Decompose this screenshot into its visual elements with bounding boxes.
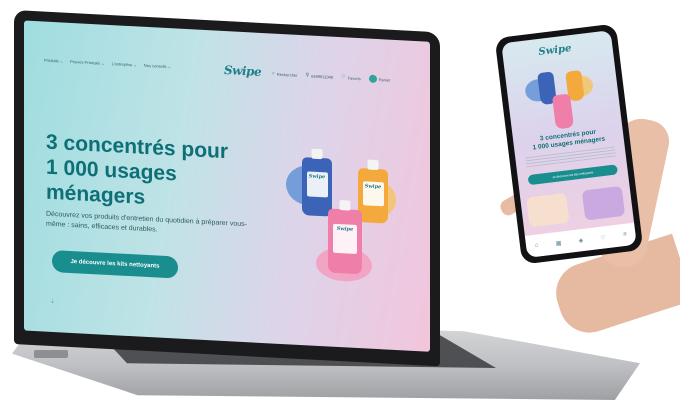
search-icon: ⌕: [272, 70, 275, 77]
pink-bottle: Swipe: [328, 200, 362, 275]
laptop-lid: Produits ⌄ Pouvez-Français ⌄ L'entrepris…: [14, 10, 440, 367]
bottle-cap: [311, 148, 323, 160]
phone-number: 0489811040: [311, 73, 334, 80]
mouse-scroll-icon: ⇣: [50, 298, 56, 306]
orange-bottle: Swipe: [358, 159, 388, 224]
hero-title: 3 concentrés pour 1 000 usages ménagers: [46, 130, 246, 215]
bottle-label: Swipe: [333, 224, 357, 254]
grid-icon[interactable]: ▦: [555, 239, 561, 247]
home-icon[interactable]: ⌂: [535, 242, 539, 248]
hero-subtitle: Découvrez vos produits d'entretien du qu…: [46, 210, 247, 234]
cart-link[interactable]: Panier: [368, 74, 391, 84]
search-label: Rechercher: [276, 71, 298, 78]
discover-kits-button[interactable]: Je découvre les kits nettoyants: [52, 249, 178, 279]
user-icon: ⚲: [305, 72, 310, 79]
cart-icon[interactable]: ◈: [578, 237, 583, 244]
heart-icon: ♡: [341, 74, 346, 81]
smartphone: Swipe 3 concentrés pour 1 000 usages mén…: [494, 23, 644, 265]
nav-item-pouvez[interactable]: Pouvez-Français ⌄: [70, 59, 104, 66]
bottle-brand: Swipe: [364, 183, 382, 191]
cart-icon: [368, 74, 377, 84]
blue-bottle: Swipe: [302, 148, 332, 217]
favorites-label: Favoris: [347, 74, 361, 81]
search-link[interactable]: ⌕ Rechercher: [272, 71, 298, 78]
nav-item-produits[interactable]: Produits ⌄: [44, 58, 63, 64]
bottle-label: Swipe: [362, 181, 384, 207]
heart-icon[interactable]: ♡: [600, 234, 606, 242]
nav-item-entreprise[interactable]: L'entreprise ⌄: [112, 61, 137, 67]
site-logo[interactable]: Swipe: [224, 63, 261, 79]
mobile-discover-button[interactable]: Je découvre les kits nettoyants: [527, 164, 619, 186]
bottle-cap: [339, 200, 351, 211]
phone-screen: Swipe 3 concentrés pour 1 000 usages mén…: [501, 30, 637, 258]
menu-icon[interactable]: ≡: [623, 232, 627, 238]
nav-item-conseils[interactable]: Nos conseils ⌄: [144, 63, 171, 69]
laptop-screen: Produits ⌄ Pouvez-Français ⌄ L'entrepris…: [24, 20, 430, 352]
bottle-brand: Swipe: [336, 226, 354, 234]
phone-link[interactable]: ⚲ 0489811040: [306, 72, 334, 79]
laptop-ports: [34, 350, 68, 358]
mobile-card-star[interactable]: [526, 192, 570, 228]
site-nav: Produits ⌄ Pouvez-Français ⌄ L'entrepris…: [44, 58, 171, 70]
product-illustration: Swipe Swipe Swipe: [24, 21, 430, 283]
cart-label: Panier: [378, 76, 391, 83]
mobile-card-purple[interactable]: [581, 185, 626, 221]
bottle-label: Swipe: [306, 171, 328, 198]
bottle-brand: Swipe: [308, 173, 326, 181]
favorites-link[interactable]: ♡ Favoris: [341, 74, 361, 81]
mobile-logo[interactable]: Swipe: [538, 43, 572, 58]
header-actions: ⌕ Rechercher ⚲ 0489811040 ♡ Favoris Pani…: [272, 70, 390, 84]
bottle-cap: [367, 159, 379, 171]
